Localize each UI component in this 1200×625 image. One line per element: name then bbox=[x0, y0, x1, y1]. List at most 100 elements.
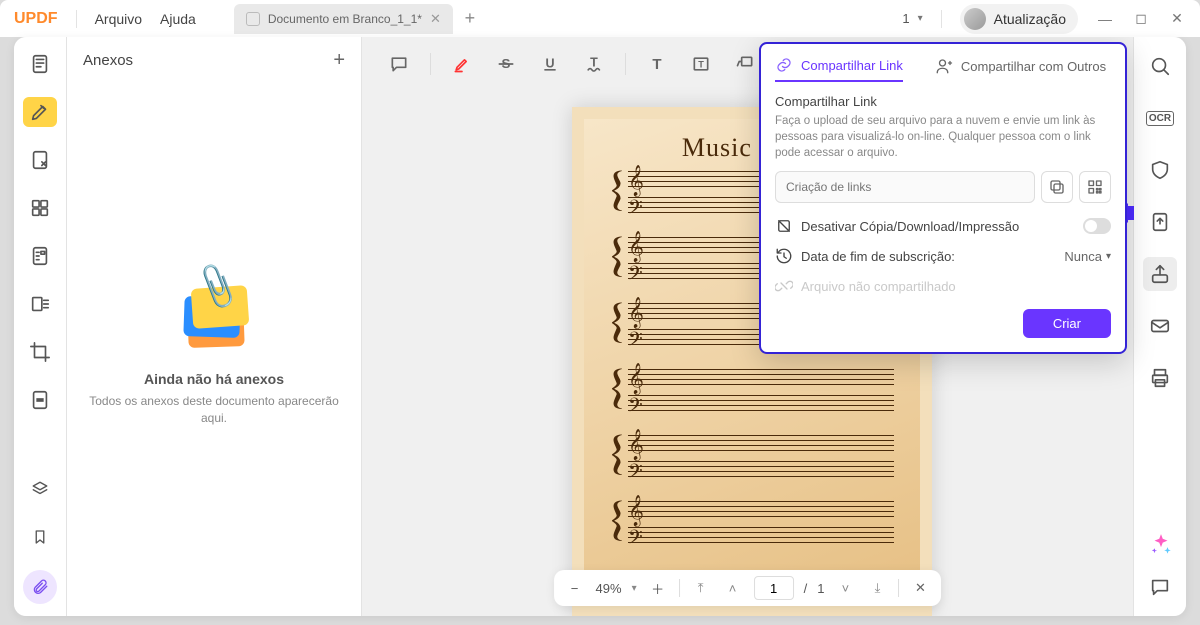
doc-counter-value: 1 bbox=[902, 11, 909, 26]
attachments-illustration: 📎 bbox=[174, 273, 254, 353]
protect-button[interactable] bbox=[1143, 153, 1177, 187]
page-input[interactable] bbox=[754, 576, 794, 600]
menu-help[interactable]: Ajuda bbox=[160, 11, 196, 27]
crop-icon bbox=[29, 341, 51, 363]
share-description-block: Compartilhar Link Faça o upload de seu a… bbox=[775, 94, 1111, 161]
tab-title: Documento em Branco_1_1* bbox=[268, 12, 422, 26]
qr-button[interactable] bbox=[1079, 171, 1111, 203]
comment-button[interactable] bbox=[382, 47, 416, 81]
disable-copy-toggle[interactable] bbox=[1083, 218, 1111, 234]
edit-text-button[interactable] bbox=[23, 145, 57, 175]
next-page-button[interactable]: ˅ bbox=[834, 581, 856, 596]
share-link-input[interactable] bbox=[775, 171, 1035, 203]
maximize-button[interactable]: ◻ bbox=[1132, 10, 1150, 27]
menu-file[interactable]: Arquivo bbox=[95, 11, 142, 27]
export-icon bbox=[1149, 211, 1171, 233]
share-others-tab-label: Compartilhar com Outros bbox=[961, 59, 1106, 74]
toolbar-separator bbox=[430, 53, 431, 75]
shield-icon bbox=[1149, 159, 1171, 181]
share-description: Faça o upload de seu arquivo para a nuve… bbox=[775, 113, 1111, 161]
export-button[interactable] bbox=[1143, 205, 1177, 239]
qr-icon bbox=[1086, 178, 1104, 196]
expiry-value: Nunca bbox=[1064, 249, 1102, 264]
highlight-icon bbox=[452, 54, 472, 74]
last-page-button[interactable]: ⤓ bbox=[866, 580, 888, 596]
left-tool-rail bbox=[14, 37, 67, 616]
zoom-separator bbox=[679, 579, 680, 597]
page-separator: / bbox=[804, 581, 808, 596]
close-zoombar-button[interactable]: ✕ bbox=[909, 580, 931, 596]
attachments-button[interactable] bbox=[23, 570, 57, 604]
expiry-value-dropdown[interactable]: Nunca ▾ bbox=[1064, 249, 1111, 264]
search-button[interactable] bbox=[1143, 49, 1177, 83]
page-thumbnails-button[interactable] bbox=[23, 193, 57, 223]
history-icon bbox=[775, 247, 793, 265]
redact-icon bbox=[29, 389, 51, 411]
add-tab-button[interactable]: + bbox=[459, 8, 481, 30]
add-attachment-button[interactable]: + bbox=[333, 49, 345, 72]
document-area: S U T T T Music Sheet bbox=[362, 37, 1133, 616]
zoom-bar: − 49% ▾ ＋ ⤒ ˄ / 1 ˅ ⤓ ✕ bbox=[554, 570, 942, 606]
reader-mode-button[interactable] bbox=[23, 49, 57, 79]
squiggly-button[interactable]: T bbox=[577, 47, 611, 81]
text-button[interactable]: T bbox=[640, 47, 674, 81]
ocr-button[interactable]: OCR bbox=[1143, 101, 1177, 135]
user-chip[interactable]: Atualização bbox=[960, 4, 1078, 34]
chevron-down-icon: ▾ bbox=[1106, 251, 1111, 262]
highlight-button[interactable] bbox=[445, 47, 479, 81]
share-link-tab[interactable]: Compartilhar Link bbox=[775, 56, 903, 82]
callout-button[interactable] bbox=[728, 47, 762, 81]
close-icon[interactable]: ✕ bbox=[430, 11, 441, 27]
close-window-button[interactable]: ✕ bbox=[1168, 10, 1186, 27]
thumbnails-icon bbox=[29, 197, 51, 219]
highlighter-icon bbox=[29, 101, 51, 123]
chat-button[interactable] bbox=[1143, 570, 1177, 604]
right-tool-rail: OCR bbox=[1133, 37, 1186, 616]
share-cta-row: Criar bbox=[775, 309, 1111, 338]
user-plus-icon bbox=[935, 57, 953, 75]
zoom-out-button[interactable]: − bbox=[564, 581, 586, 596]
bookmark-button[interactable] bbox=[23, 522, 57, 552]
email-button[interactable] bbox=[1143, 309, 1177, 343]
copy-link-button[interactable] bbox=[1041, 171, 1073, 203]
forms-button[interactable] bbox=[23, 241, 57, 271]
organize-icon bbox=[29, 293, 51, 315]
zoom-level[interactable]: 49% bbox=[596, 581, 622, 596]
empty-subtitle: Todos os anexos deste documento aparecer… bbox=[87, 393, 341, 427]
svg-text:T: T bbox=[652, 56, 661, 73]
menubar-right: 1 ▾ Atualização — ◻ ✕ bbox=[902, 4, 1186, 34]
ai-assistant-button[interactable] bbox=[1144, 528, 1178, 562]
text-icon: T bbox=[647, 54, 667, 74]
share-others-tab[interactable]: Compartilhar com Outros bbox=[935, 57, 1106, 81]
doc-counter[interactable]: 1 ▾ bbox=[902, 11, 922, 26]
crop-button[interactable] bbox=[23, 337, 57, 367]
chat-icon bbox=[1149, 576, 1171, 598]
prev-page-button[interactable]: ˄ bbox=[722, 581, 744, 596]
file-not-shared-label: Arquivo não compartilhado bbox=[801, 279, 956, 294]
minimize-button[interactable]: — bbox=[1096, 11, 1114, 27]
strikethrough-button[interactable]: S bbox=[489, 47, 523, 81]
page-total: 1 bbox=[817, 581, 824, 596]
create-link-button[interactable]: Criar bbox=[1023, 309, 1111, 338]
callout-icon bbox=[735, 54, 755, 74]
textbox-icon: T bbox=[691, 54, 711, 74]
menubar-separator bbox=[941, 10, 942, 28]
document-tab[interactable]: Documento em Branco_1_1* ✕ bbox=[234, 4, 453, 34]
textbox-button[interactable]: T bbox=[684, 47, 718, 81]
panel-title: Anexos bbox=[83, 52, 133, 69]
redact-button[interactable] bbox=[23, 385, 57, 415]
squiggly-icon: T bbox=[584, 54, 604, 74]
chevron-down-icon[interactable]: ▾ bbox=[632, 583, 637, 594]
share-popover: Compartilhar Link Compartilhar com Outro… bbox=[759, 42, 1127, 354]
organize-pages-button[interactable] bbox=[23, 289, 57, 319]
annotate-button[interactable] bbox=[23, 97, 57, 127]
file-not-shared-row: Arquivo não compartilhado bbox=[775, 277, 1111, 295]
print-button[interactable] bbox=[1143, 361, 1177, 395]
first-page-button[interactable]: ⤒ bbox=[690, 580, 712, 596]
layers-button[interactable] bbox=[23, 474, 57, 504]
page-edit-icon bbox=[29, 149, 51, 171]
underline-button[interactable]: U bbox=[533, 47, 567, 81]
user-label: Atualização bbox=[994, 11, 1066, 27]
zoom-in-button[interactable]: ＋ bbox=[647, 579, 669, 598]
share-button[interactable] bbox=[1143, 257, 1177, 291]
